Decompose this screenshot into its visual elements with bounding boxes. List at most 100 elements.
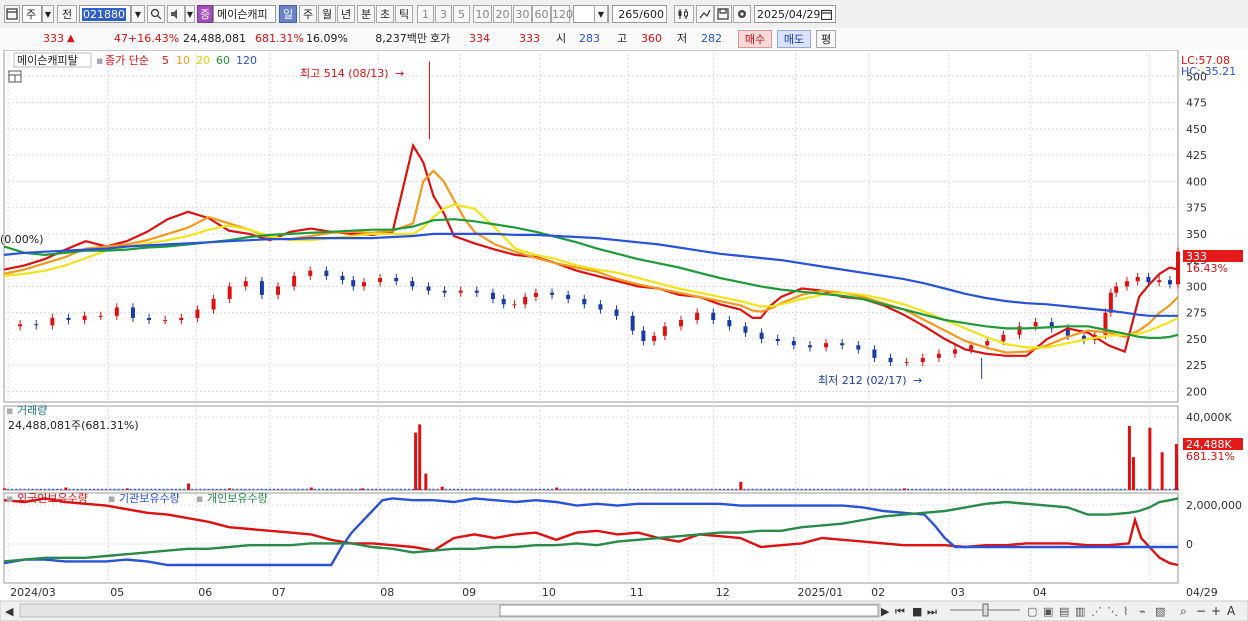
drawing-icon[interactable]: ⋰ xyxy=(1091,605,1102,618)
volume-bar[interactable] xyxy=(739,481,743,490)
interval-1[interactable]: 1 xyxy=(417,5,434,23)
period-tick[interactable]: 틱 xyxy=(395,5,413,23)
candle[interactable] xyxy=(259,281,264,295)
period-second[interactable]: 초 xyxy=(376,5,394,23)
rewind-icon[interactable]: ⏮ xyxy=(895,605,905,618)
scroll-left-icon[interactable]: ◀ xyxy=(5,605,14,618)
candle[interactable] xyxy=(243,281,248,287)
candle[interactable] xyxy=(1176,251,1180,285)
candle[interactable] xyxy=(1146,276,1151,283)
candle[interactable] xyxy=(566,294,571,300)
sell-button[interactable]: 매도 xyxy=(777,30,811,48)
candle[interactable] xyxy=(904,362,909,364)
interval-30[interactable]: 30 xyxy=(513,5,532,23)
interval-10[interactable]: 10 xyxy=(473,5,492,23)
candle[interactable] xyxy=(969,345,974,350)
code-dropdown-icon[interactable]: ▼ xyxy=(131,5,145,23)
search-button[interactable] xyxy=(147,5,165,23)
interval-3[interactable]: 3 xyxy=(435,5,452,23)
candle[interactable] xyxy=(582,299,587,305)
market-dropdown-icon[interactable]: ▼ xyxy=(42,5,54,23)
interval-20[interactable]: 20 xyxy=(493,5,512,23)
period-month[interactable]: 월 xyxy=(318,5,336,23)
candle[interactable] xyxy=(490,292,495,300)
candle[interactable] xyxy=(179,317,184,321)
candle[interactable] xyxy=(856,345,861,350)
volume-bar[interactable] xyxy=(1127,426,1131,490)
zoom-slider-handle[interactable] xyxy=(982,603,989,617)
candle[interactable] xyxy=(695,312,700,321)
zoom-search-icon[interactable]: ⌕ xyxy=(1180,604,1187,618)
drawing-icon[interactable]: ⌇ xyxy=(1123,605,1128,618)
interval-5[interactable]: 5 xyxy=(453,5,470,23)
candle[interactable] xyxy=(130,307,135,318)
volume-bar[interactable] xyxy=(1148,427,1152,490)
period-day[interactable]: 일 xyxy=(279,5,297,23)
sound-button[interactable] xyxy=(167,5,185,23)
candle[interactable] xyxy=(1114,286,1119,293)
volume-bar[interactable] xyxy=(309,487,313,490)
candle[interactable] xyxy=(147,317,152,321)
candle[interactable] xyxy=(807,345,812,348)
candle[interactable] xyxy=(598,304,603,310)
candle[interactable] xyxy=(1167,280,1172,285)
candle[interactable] xyxy=(791,341,796,346)
candle[interactable] xyxy=(324,270,329,276)
layout-icon[interactable]: ▢ xyxy=(1027,605,1037,618)
volume-bar[interactable] xyxy=(64,487,68,490)
volume-bar[interactable] xyxy=(227,488,231,490)
volume-bar[interactable] xyxy=(418,424,422,490)
stock-name-field[interactable]: 메이슨캐피 xyxy=(213,5,276,23)
volume-bar[interactable] xyxy=(360,488,364,490)
candle[interactable] xyxy=(1001,334,1006,342)
layout-icon[interactable]: ▤ xyxy=(1059,605,1069,618)
candle[interactable] xyxy=(641,330,646,342)
window-menu-button[interactable] xyxy=(4,5,20,23)
candle[interactable] xyxy=(474,290,479,293)
drawing-icon[interactable]: ⋱ xyxy=(1107,605,1118,618)
candle[interactable] xyxy=(614,309,619,316)
scroll-right-icon[interactable]: ▶ xyxy=(881,605,890,618)
sound-dropdown-icon[interactable]: ▼ xyxy=(185,5,195,23)
candle[interactable] xyxy=(442,290,447,293)
candle[interactable] xyxy=(351,280,356,287)
candle[interactable] xyxy=(533,292,538,297)
candle[interactable] xyxy=(361,282,366,287)
candle[interactable] xyxy=(82,315,87,321)
volume-bar[interactable] xyxy=(555,487,559,490)
candle[interactable] xyxy=(1135,276,1140,282)
chart-area[interactable]: 200225250275300325350375400425450475500 … xyxy=(0,50,1248,621)
interval-120[interactable]: 120 xyxy=(551,5,573,23)
candle[interactable] xyxy=(953,349,958,354)
candle[interactable] xyxy=(550,292,555,295)
candle[interactable] xyxy=(920,357,925,363)
layout-icon[interactable]: ▥ xyxy=(1075,605,1085,618)
candle[interactable] xyxy=(775,338,780,342)
market-select[interactable]: 주 xyxy=(22,5,42,23)
candle[interactable] xyxy=(211,299,216,310)
volume-bar[interactable] xyxy=(902,488,906,490)
candle[interactable] xyxy=(523,296,528,305)
candle[interactable] xyxy=(308,270,313,276)
volume-bar[interactable] xyxy=(424,473,428,490)
candle[interactable] xyxy=(985,341,990,346)
period-week[interactable]: 주 xyxy=(299,5,317,23)
count-field[interactable]: 265/600 xyxy=(612,5,667,23)
candle[interactable] xyxy=(936,353,941,358)
buy-button[interactable]: 매수 xyxy=(738,30,772,48)
candle[interactable] xyxy=(872,349,877,358)
candle[interactable] xyxy=(743,326,748,333)
candle[interactable] xyxy=(292,275,297,287)
candle[interactable] xyxy=(1033,322,1038,327)
candle[interactable] xyxy=(630,315,635,331)
zoom-in-icon[interactable]: + xyxy=(1211,604,1221,618)
avg-button[interactable]: 평 xyxy=(816,30,836,48)
candle[interactable] xyxy=(410,281,415,287)
candle[interactable] xyxy=(727,320,732,327)
volume-bar[interactable] xyxy=(1160,452,1164,490)
candle[interactable] xyxy=(711,312,716,321)
volume-bar[interactable] xyxy=(3,488,6,490)
period-year[interactable]: 년 xyxy=(337,5,355,23)
candle[interactable] xyxy=(18,324,23,327)
scrollbar-thumb[interactable] xyxy=(499,604,879,617)
